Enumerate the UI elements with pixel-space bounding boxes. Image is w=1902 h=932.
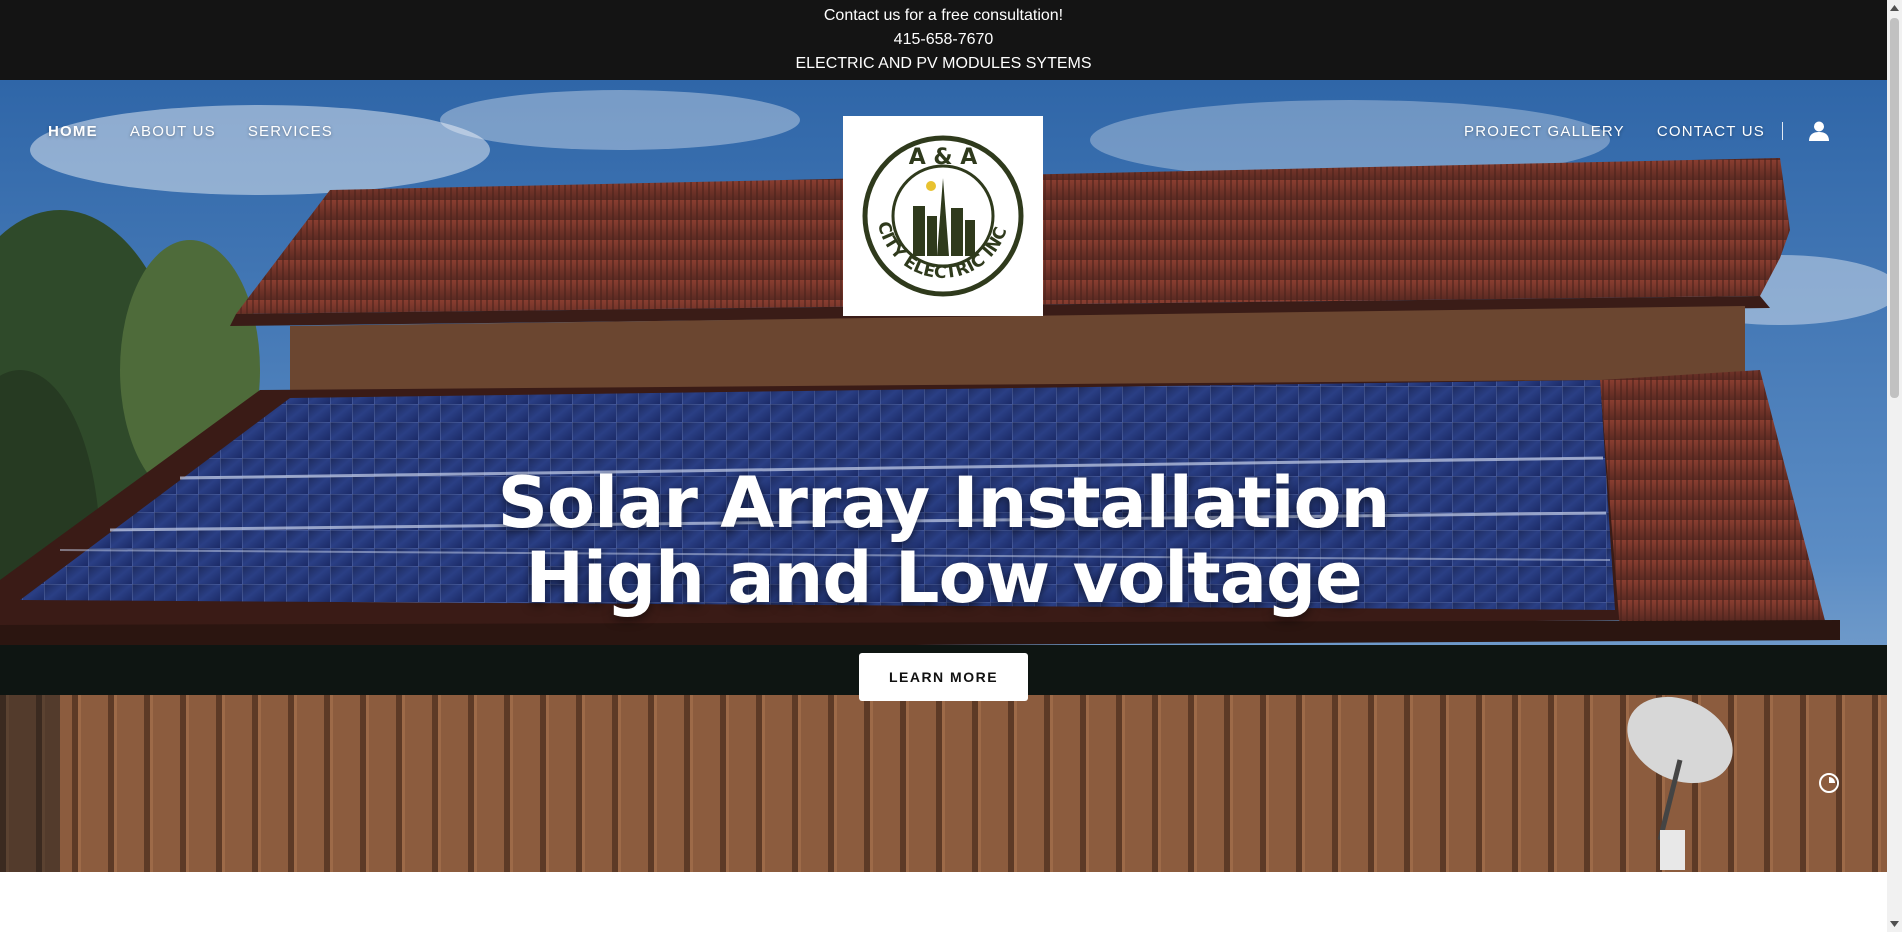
nav-services[interactable]: SERVICES — [248, 123, 333, 140]
primary-nav-right: PROJECT GALLERY CONTACT US — [1464, 123, 1765, 140]
chat-icon — [1819, 773, 1839, 793]
nav-home[interactable]: HOME — [48, 123, 98, 140]
city-electric-logo-icon: A & A CITY ELECTRIC INC. — [840, 101, 1024, 297]
user-icon — [1809, 121, 1829, 141]
announcement-consultation: Contact us for a free consultation! — [823, 7, 1064, 24]
announcement-tagline: ELECTRIC AND PV MODULES SYTEMS — [795, 55, 1092, 72]
learn-more-button[interactable]: LEARN MORE — [859, 653, 1028, 701]
scrollbar-thumb[interactable] — [1890, 18, 1899, 398]
primary-nav-left: HOME ABOUT US SERVICES — [48, 123, 333, 140]
page-scrollbar[interactable] — [1887, 0, 1902, 932]
announcement-bar: Contact us for a free consultation! 415-… — [0, 0, 1887, 80]
chat-widget-button[interactable] — [1818, 772, 1840, 794]
nav-contact-us[interactable]: CONTACT US — [1657, 123, 1765, 140]
logo-top-text: A & A — [909, 145, 978, 170]
hero-headline-line2: High and Low voltage — [525, 537, 1362, 619]
scroll-down-arrow-icon[interactable] — [1887, 915, 1902, 932]
hero-headline: Solar Array Installation High and Low vo… — [0, 466, 1887, 616]
site-logo[interactable]: A & A CITY ELECTRIC INC. — [840, 101, 1043, 316]
hero-headline-line1: Solar Array Installation — [497, 462, 1391, 544]
nav-divider — [1782, 122, 1783, 140]
nav-project-gallery[interactable]: PROJECT GALLERY — [1464, 123, 1625, 140]
hero-section: HOME ABOUT US SERVICES A & A CITY ELECTR… — [0, 80, 1887, 872]
account-button[interactable] — [1808, 120, 1830, 142]
announcement-phone[interactable]: 415-658-7670 — [0, 28, 1887, 52]
scroll-up-arrow-icon[interactable] — [1887, 0, 1902, 17]
nav-about-us[interactable]: ABOUT US — [130, 123, 216, 140]
